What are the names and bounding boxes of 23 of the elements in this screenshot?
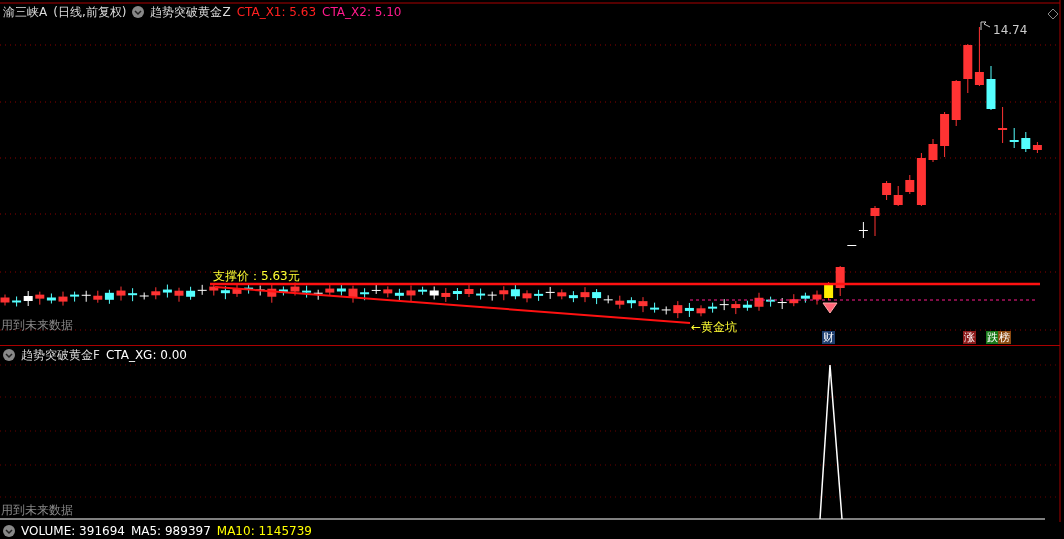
indicator-value: CTA_X1: 5.63: [236, 5, 317, 19]
volume-value: MA5: 989397: [130, 523, 211, 538]
golden-pit-label: ←黄金坑: [691, 320, 738, 334]
indicator-value: CTA_X2: 5.10: [322, 5, 402, 19]
dropdown-icon[interactable]: [132, 6, 145, 18]
flag-icon: [980, 21, 991, 31]
future-data-warning: 用到未来数据: [1, 503, 73, 517]
stock-name: 渝三峡A: [3, 5, 48, 19]
volume-value: MA10: 1145739: [216, 523, 312, 538]
dropdown-icon[interactable]: [3, 349, 15, 361]
volume-value: VOLUME: 391694: [21, 523, 125, 538]
dropdown-icon[interactable]: [3, 524, 15, 537]
signal-badge[interactable]: 财: [822, 331, 835, 344]
indicator-value: CTA_XG: 0.00: [105, 348, 187, 362]
support-price-label: 支撑价：5.63元: [213, 269, 300, 283]
diamond-outline-icon: [1047, 8, 1059, 20]
indicator-name[interactable]: 趋势突破黄金F: [21, 348, 100, 362]
signal-badge[interactable]: 榜: [998, 331, 1011, 344]
future-data-warning: 用到未来数据: [1, 318, 73, 332]
indicator-name[interactable]: 趋势突破黄金Z: [150, 5, 231, 19]
period-label: (日线,前复权): [53, 5, 127, 19]
high-price-label: 14.74: [993, 23, 1028, 37]
signal-badge[interactable]: 涨: [963, 331, 976, 344]
